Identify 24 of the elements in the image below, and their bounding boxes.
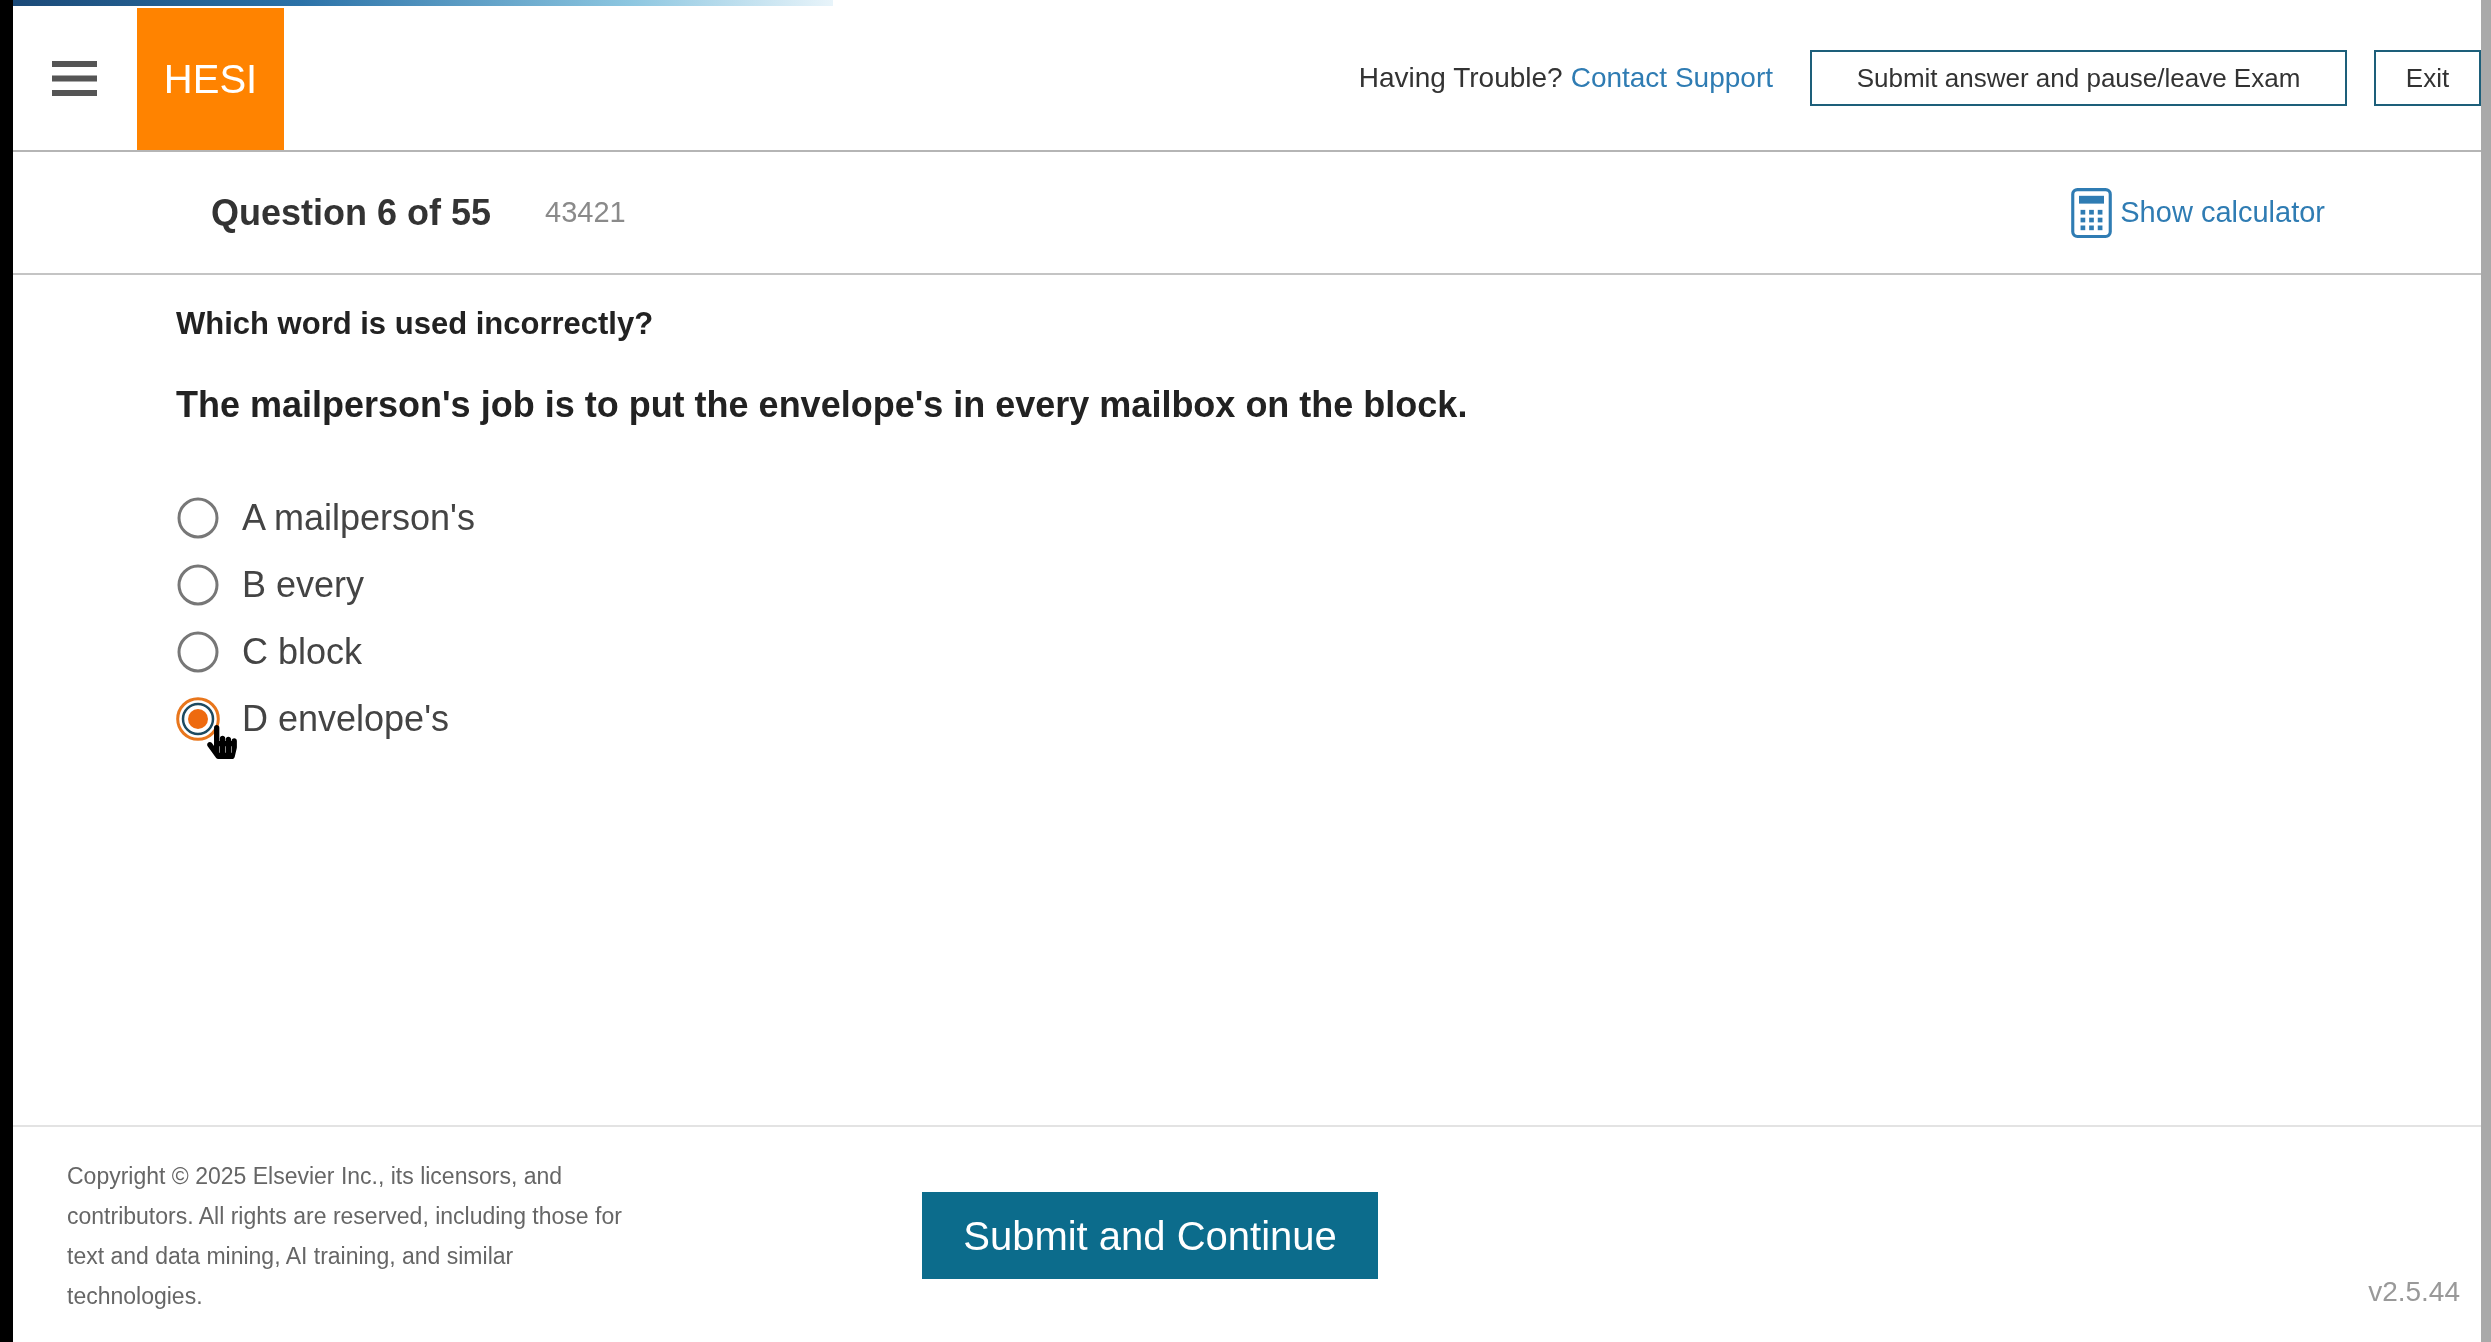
logo: HESI <box>137 8 284 150</box>
calculator-icon <box>2071 187 2113 238</box>
option-label[interactable]: D envelope's <box>242 691 449 746</box>
copyright-text: Copyright © 2025 Elsevier Inc., its licensors, and contributors. All rights are reserved, including those for text and data mining, AI training, and similar technologies. <box>67 1162 622 1311</box>
question-code: 43421 <box>545 194 626 230</box>
radio-button[interactable] <box>176 696 220 741</box>
option-label[interactable]: A mailperson's <box>242 490 475 545</box>
version-text: v2.5.44 <box>2368 1275 2460 1309</box>
show-calculator-link[interactable]: Show calculator <box>2071 187 2325 238</box>
submit-and-continue-button[interactable]: Submit and Continue <box>922 1192 1378 1279</box>
option-label[interactable]: C block <box>242 624 363 679</box>
exit-button[interactable]: Exit <box>2374 50 2481 106</box>
question-title: Question 6 of 55 <box>211 190 492 235</box>
radio-button[interactable] <box>176 495 220 540</box>
help-text: Having Trouble? <box>1358 61 1563 95</box>
radio-button[interactable] <box>176 562 220 607</box>
contact-support-link[interactable]: Contact Support <box>1570 57 1773 99</box>
question-sentence: The mailperson's job is to put the envelope's in every mailbox on the block. <box>176 383 1468 427</box>
radio-button[interactable] <box>176 629 220 674</box>
menu-icon[interactable] <box>52 60 97 96</box>
pause-exam-button[interactable]: Submit answer and pause/leave Exam <box>1810 50 2347 106</box>
option-label[interactable]: B every <box>242 557 365 612</box>
question-prompt: Which word is used incorrectly? <box>176 306 654 342</box>
hand-cursor-icon <box>207 725 237 759</box>
